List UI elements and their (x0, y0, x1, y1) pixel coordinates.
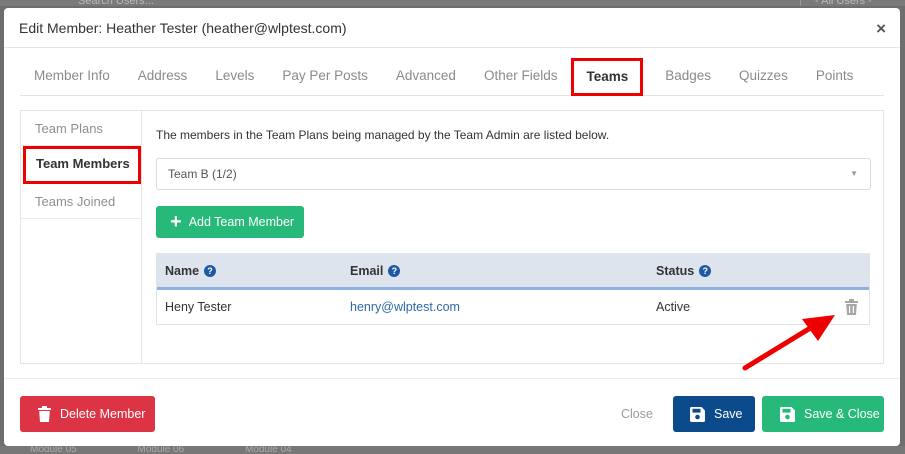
team-select[interactable]: Team B (1/2) ▼ (156, 158, 871, 190)
header-email-label: Email (350, 263, 384, 278)
help-icon[interactable]: ? (204, 264, 217, 277)
add-team-member-button[interactable]: + Add Team Member (156, 206, 305, 238)
delete-member-button[interactable]: Delete Member (20, 396, 155, 432)
header-status-label: Status (656, 263, 695, 278)
trash-icon (38, 406, 51, 422)
edit-member-modal: Edit Member: Heather Tester (heather@wlp… (4, 8, 900, 446)
team-members-content: The members in the Team Plans being mana… (156, 111, 871, 325)
tab-address[interactable]: Address (124, 56, 202, 95)
tab-levels[interactable]: Levels (201, 56, 268, 95)
save-and-close-label: Save & Close (804, 407, 880, 421)
tab-other-fields[interactable]: Other Fields (470, 56, 572, 95)
modal-header: Edit Member: Heather Tester (heather@wlp… (4, 8, 900, 48)
background-filter-select: - All Users - (800, 0, 900, 6)
sidenav-item-teams-joined[interactable]: Teams Joined (21, 184, 141, 219)
help-icon[interactable]: ? (388, 264, 401, 277)
floppy-disk-icon (690, 406, 705, 422)
header-name: Name ? (157, 264, 350, 278)
close-icon[interactable]: × (876, 19, 886, 39)
tab-badges[interactable]: Badges (651, 56, 725, 95)
tab-quizzes[interactable]: Quizzes (725, 56, 802, 95)
tab-pay-per-posts[interactable]: Pay Per Posts (268, 56, 382, 95)
background-module-list: Module 05 Module 06 Module 04 (0, 446, 905, 454)
header-email: Email ? (350, 264, 656, 278)
delete-member-label: Delete Member (60, 407, 146, 421)
tab-teams[interactable]: Teams (571, 58, 644, 96)
member-name: Heny Tester (165, 300, 232, 314)
save-button[interactable]: Save (673, 396, 755, 432)
member-email-link[interactable]: henry@wlptest.com (350, 300, 656, 314)
background-search-input: Search Users... (78, 0, 154, 6)
table-header: Name ? Email ? Status ? (157, 254, 869, 290)
header-status: Status ? (656, 264, 836, 278)
save-label: Save (714, 407, 743, 421)
background-module-item: Module 05 (30, 446, 77, 454)
teams-sidenav: Team Plans Team Members Teams Joined (21, 111, 142, 363)
add-team-member-label: Add Team Member (188, 215, 295, 229)
team-select-value: Team B (1/2) (168, 167, 237, 181)
background-module-item: Module 04 (244, 446, 292, 454)
header-name-label: Name (165, 263, 200, 278)
close-button[interactable]: Close (621, 396, 653, 432)
member-status: Active (656, 300, 691, 314)
tab-points[interactable]: Points (802, 56, 868, 95)
modal-title: Edit Member: Heather Tester (heather@wlp… (19, 19, 347, 36)
modal-footer: Delete Member Close Save Save & Close (4, 378, 900, 446)
tab-advanced[interactable]: Advanced (382, 56, 470, 95)
sidenav-item-team-plans[interactable]: Team Plans (21, 111, 141, 146)
trash-icon[interactable] (845, 299, 858, 318)
sidenav-item-team-members[interactable]: Team Members (23, 146, 141, 184)
annotation-arrow-icon (742, 315, 835, 371)
chevron-down-icon: ▼ (850, 169, 858, 178)
plus-icon: + (170, 211, 182, 233)
floppy-disk-icon (780, 406, 795, 422)
background-module-item: Module 06 (137, 446, 185, 454)
tab-member-info[interactable]: Member Info (20, 56, 124, 95)
help-icon[interactable]: ? (699, 264, 712, 277)
save-and-close-button[interactable]: Save & Close (762, 396, 884, 432)
member-tabs: Member Info Address Levels Pay Per Posts… (20, 56, 884, 96)
team-members-description: The members in the Team Plans being mana… (156, 128, 610, 142)
